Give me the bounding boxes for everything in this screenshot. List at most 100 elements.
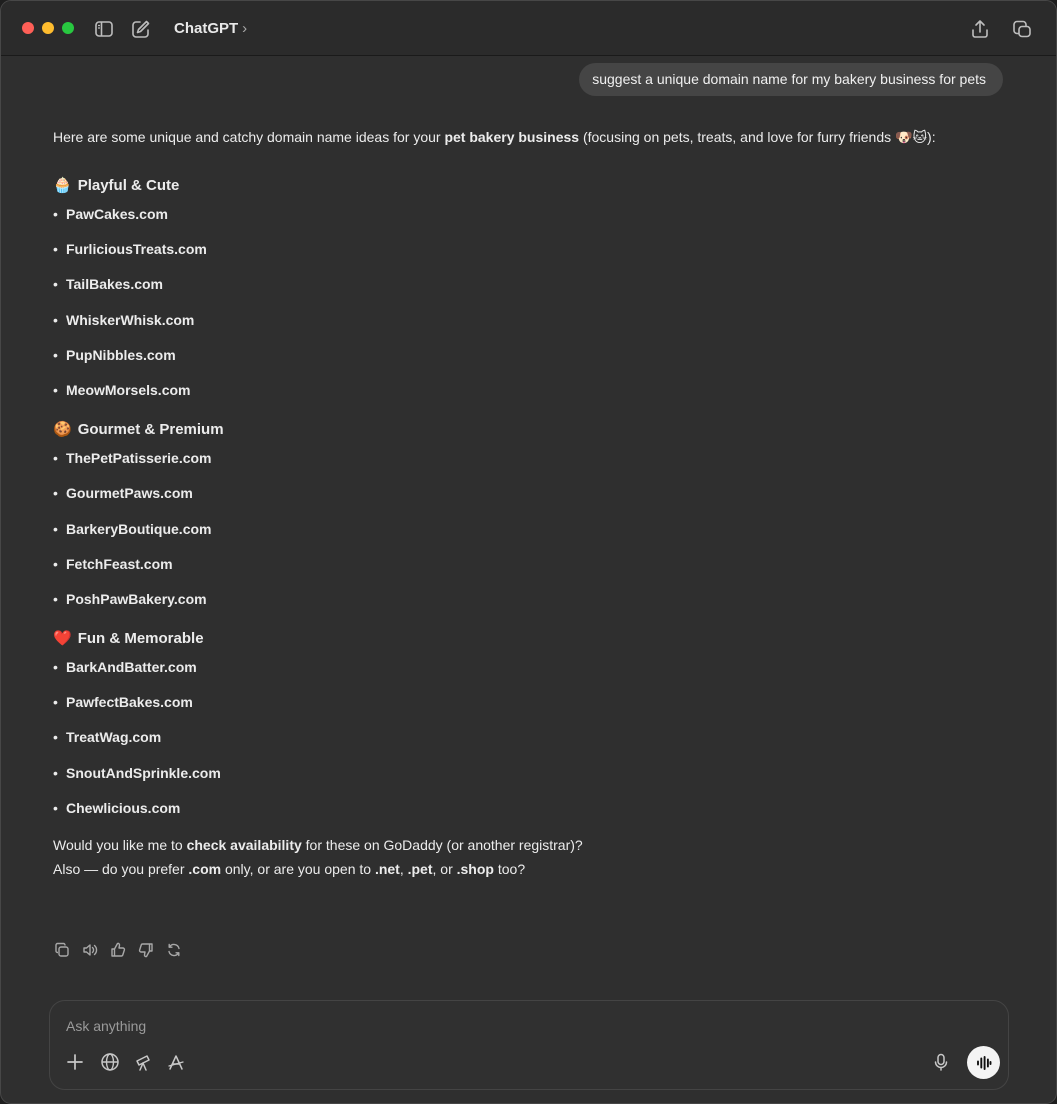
closing-text: only, or are you open to [221,861,375,877]
domain-name: WhiskerWhisk.com [66,311,195,328]
list-item: • SnoutAndSprinkle.com [53,762,1013,797]
bullet: • [53,590,58,607]
bullet: • [53,241,58,258]
bullet: • [53,764,58,781]
domain-name: MeowMorsels.com [66,381,191,398]
compose-icon[interactable] [130,18,152,40]
telescope-icon[interactable] [133,1051,155,1073]
response-intro: Here are some unique and catchy domain n… [53,127,1013,147]
prompt-input[interactable] [64,1013,928,1039]
list-item: • FetchFeast.com [53,553,1013,588]
bullet: • [53,694,58,711]
intro-text-end: (focusing on pets, treats, and love for … [579,129,936,145]
speaker-icon[interactable] [81,941,99,959]
bullet: • [53,729,58,746]
list-item: • ThePetPatisserie.com [53,447,1013,482]
bullet: • [53,381,58,398]
voice-mode-icon[interactable] [967,1046,1000,1079]
domain-name: PawfectBakes.com [66,694,193,711]
list-item: • MeowMorsels.com [53,379,1013,414]
list-item: • BarkeryBoutique.com [53,518,1013,553]
list-item: • TreatWag.com [53,726,1013,761]
domain-name: Chewlicious.com [66,799,181,816]
bullet: • [53,555,58,572]
closing-tld-question: Also — do you prefer .com only, or are y… [53,857,1013,881]
message-actions [53,941,183,959]
microphone-icon[interactable] [930,1051,952,1073]
domain-list: • PawCakes.com • FurliciousTreats.com • Tai… [53,203,1013,414]
thumbs-down-icon[interactable] [137,941,155,959]
closing-text: for these on GoDaddy (or another registr… [301,837,583,853]
closing-text: , [399,861,408,877]
new-window-icon[interactable] [1011,18,1033,40]
domain-name: PupNibbles.com [66,346,176,363]
list-item: • PawfectBakes.com [53,691,1013,726]
section-title: Fun & Memorable [77,629,204,647]
globe-icon[interactable] [99,1051,121,1073]
tld-net: .net [374,861,400,877]
section-heading: 🍪 Gourmet & Premium [53,415,1013,443]
bullet: • [53,346,58,363]
bullet: • [53,520,58,537]
tools-icon[interactable] [165,1051,187,1073]
domain-list: • ThePetPatisserie.com • GourmetPaws.com •… [53,447,1013,623]
list-item: • TailBakes.com [53,273,1013,308]
section-heading: ❤️ Fun & Memorable [53,624,1013,652]
bullet: • [53,659,58,676]
domain-name: PoshPawBakery.com [66,590,207,607]
list-item: • WhiskerWhisk.com [53,309,1013,344]
closing-text: too? [493,861,526,877]
tld-pet: .pet [407,861,433,877]
domain-name: GourmetPaws.com [66,485,193,502]
list-item: • PoshPawBakery.com [53,588,1013,623]
assistant-response: Here are some unique and catchy domain n… [53,127,1013,881]
domain-name: BarkAndBatter.com [66,659,197,676]
app-title: ChatGPT [174,20,239,37]
title-bar: ChatGPT › [1,1,1056,56]
closing-question: Would you like me to check availability … [53,833,1013,857]
closing-text: Also — do you prefer [53,861,189,877]
list-item: • PawCakes.com [53,203,1013,238]
bullet: • [53,485,58,502]
section-title: Playful & Cute [77,176,180,194]
domain-name: TailBakes.com [66,276,164,293]
domain-name: FetchFeast.com [66,555,173,572]
zoom-window-button[interactable] [62,22,74,34]
copy-icon[interactable] [53,941,71,959]
user-message: suggest a unique domain name for my bake… [579,63,1003,96]
share-icon[interactable] [969,18,991,40]
domain-name: TreatWag.com [66,729,162,746]
list-item: • BarkAndBatter.com [53,656,1013,691]
list-item: • GourmetPaws.com [53,482,1013,517]
tld-com: .com [188,861,222,877]
list-item: • FurliciousTreats.com [53,238,1013,273]
domain-name: ThePetPatisserie.com [66,450,212,467]
domain-name: BarkeryBoutique.com [66,520,212,537]
intro-bold: pet bakery business [444,129,580,145]
bullet: • [53,799,58,816]
closing-text: , or [432,861,457,877]
sidebar-toggle-icon[interactable] [93,18,115,40]
chevron-right-icon: › [242,20,248,37]
domain-list: • BarkAndBatter.com • PawfectBakes.com • Tr… [53,656,1013,832]
heart-icon: ❤️ [53,629,72,648]
minimize-window-button[interactable] [42,22,54,34]
thumbs-up-icon[interactable] [109,941,127,959]
intro-text: Here are some unique and catchy domain n… [53,129,445,145]
closing-text: Would you like me to [53,837,187,853]
refresh-icon[interactable] [165,941,183,959]
list-item: • Chewlicious.com [53,797,1013,832]
bullet: • [53,311,58,328]
domain-name: PawCakes.com [66,206,168,222]
plus-icon[interactable] [64,1051,86,1073]
bullet: • [53,276,58,293]
closing-bold: check availability [186,837,302,853]
bullet: • [53,450,58,467]
cookie-icon: 🍪 [53,420,72,439]
domain-name: SnoutAndSprinkle.com [66,764,221,781]
app-window: ChatGPT › suggest a unique domain name f… [0,0,1057,1104]
list-item: • PupNibbles.com [53,344,1013,379]
close-window-button[interactable] [22,22,34,34]
model-selector[interactable]: ChatGPT › [174,20,247,37]
section-heading: 🧁 Playful & Cute [53,171,1013,199]
